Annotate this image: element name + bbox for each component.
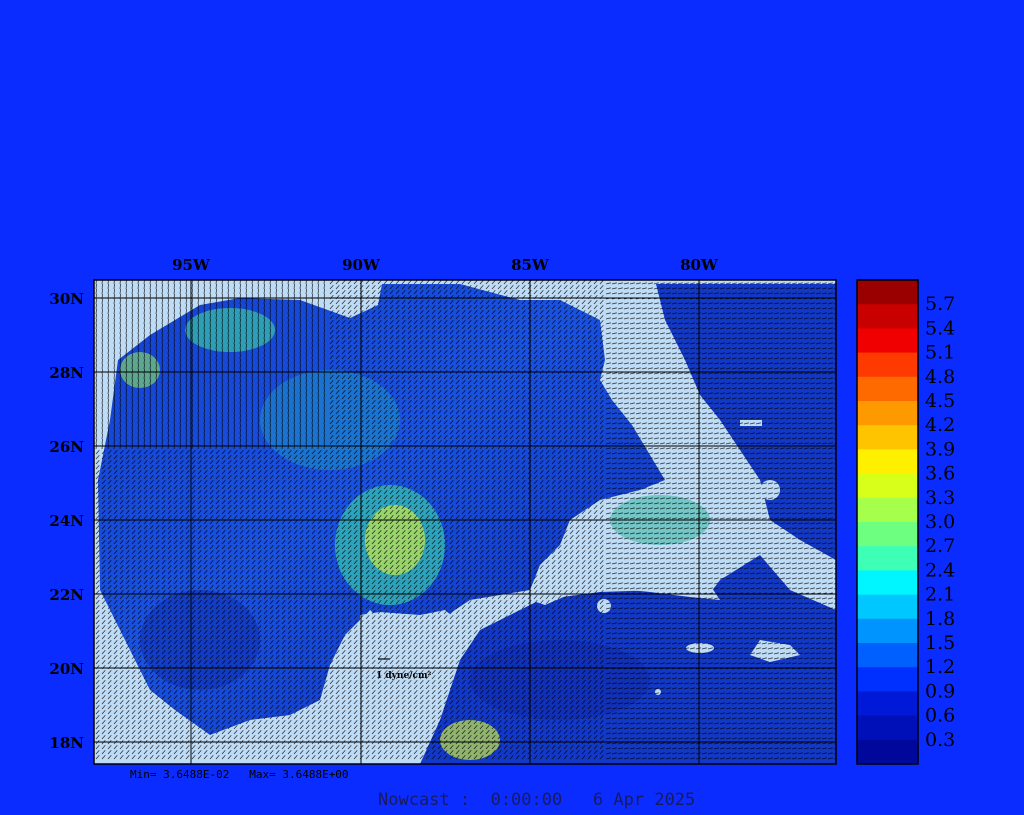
colorbar-swatch [857,474,918,499]
colorbar-label: 1.5 [925,632,955,654]
lat-label-26: 26N [49,438,84,456]
colorbar-swatch [857,353,918,378]
colorbar-label: 1.2 [925,656,955,678]
colorbar-swatch [857,716,918,741]
map-plot-area [94,279,839,764]
min-value: Min= 3.6488E-02 [130,768,229,781]
colorbar-swatch [857,522,918,547]
colorbar-swatch [857,643,918,668]
colorbar-label: 5.1 [925,342,955,364]
colorbar-swatch [857,570,918,595]
colorbar-label: 4.2 [925,414,955,436]
colorbar-swatch [857,304,918,329]
lat-label-18: 18N [49,734,84,752]
map-figure: 1 dyne/cm² 95W 90W 85W 80W 30N 28N 26N 2… [0,0,1024,811]
colorbar-label: 0.9 [925,680,955,702]
nowcast-timestamp: Nowcast : 0:00:00 6 Apr 2025 [378,790,695,810]
latitude-labels: 30N 28N 26N 24N 22N 20N 18N [49,290,84,752]
colorbar-swatch [857,595,918,620]
lat-label-30: 30N [49,290,84,308]
max-value: Max= 3.6488E+00 [249,768,348,781]
min-max-readout: Min= 3.6488E-02 Max= 3.6488E+00 [130,768,349,781]
colorbar-label: 1.8 [925,608,955,630]
colorbar-swatch [857,691,918,716]
colorbar-swatch [857,546,918,571]
colorbar-swatch [857,401,918,426]
colorbar-label: 5.4 [925,317,955,339]
colorbar-label: 4.8 [925,366,955,388]
lat-label-28: 28N [49,364,84,382]
scale-label: 1 dyne/cm² [376,671,431,681]
colorbar-label: 0.6 [925,705,955,727]
colorbar-label: 3.6 [925,463,955,485]
lat-label-22: 22N [49,586,84,604]
longitude-labels: 95W 90W 85W 80W [172,256,719,274]
colorbar-swatch [857,449,918,474]
colorbar-label: 3.3 [925,487,955,509]
colorbar-swatch [857,328,918,353]
colorbar-label: 5.7 [925,293,955,315]
colorbar-label: 2.4 [925,559,955,581]
colorbar-swatch [857,280,918,305]
lon-label-85: 85W [511,256,550,274]
colorbar-swatch [857,667,918,692]
lon-label-80: 80W [680,256,719,274]
lon-label-95: 95W [172,256,211,274]
colorbar-swatch [857,740,918,765]
colorbar-label: 2.7 [925,535,955,557]
colorbar-swatch [857,498,918,523]
colorbar-swatch [857,377,918,402]
colorbar-label: 2.1 [925,584,955,606]
lon-label-90: 90W [342,256,381,274]
lat-label-20: 20N [49,660,84,678]
colorbar-swatch [857,619,918,644]
colorbar-swatch [857,425,918,450]
colorbar-label: 4.5 [925,390,955,412]
lat-label-24: 24N [49,512,84,530]
colorbar-label: 3.9 [925,438,955,460]
colorbar-label: 0.3 [925,729,955,751]
colorbar: 5.75.45.14.84.54.23.93.63.33.02.72.42.11… [857,280,955,765]
colorbar-label: 3.0 [925,511,955,533]
